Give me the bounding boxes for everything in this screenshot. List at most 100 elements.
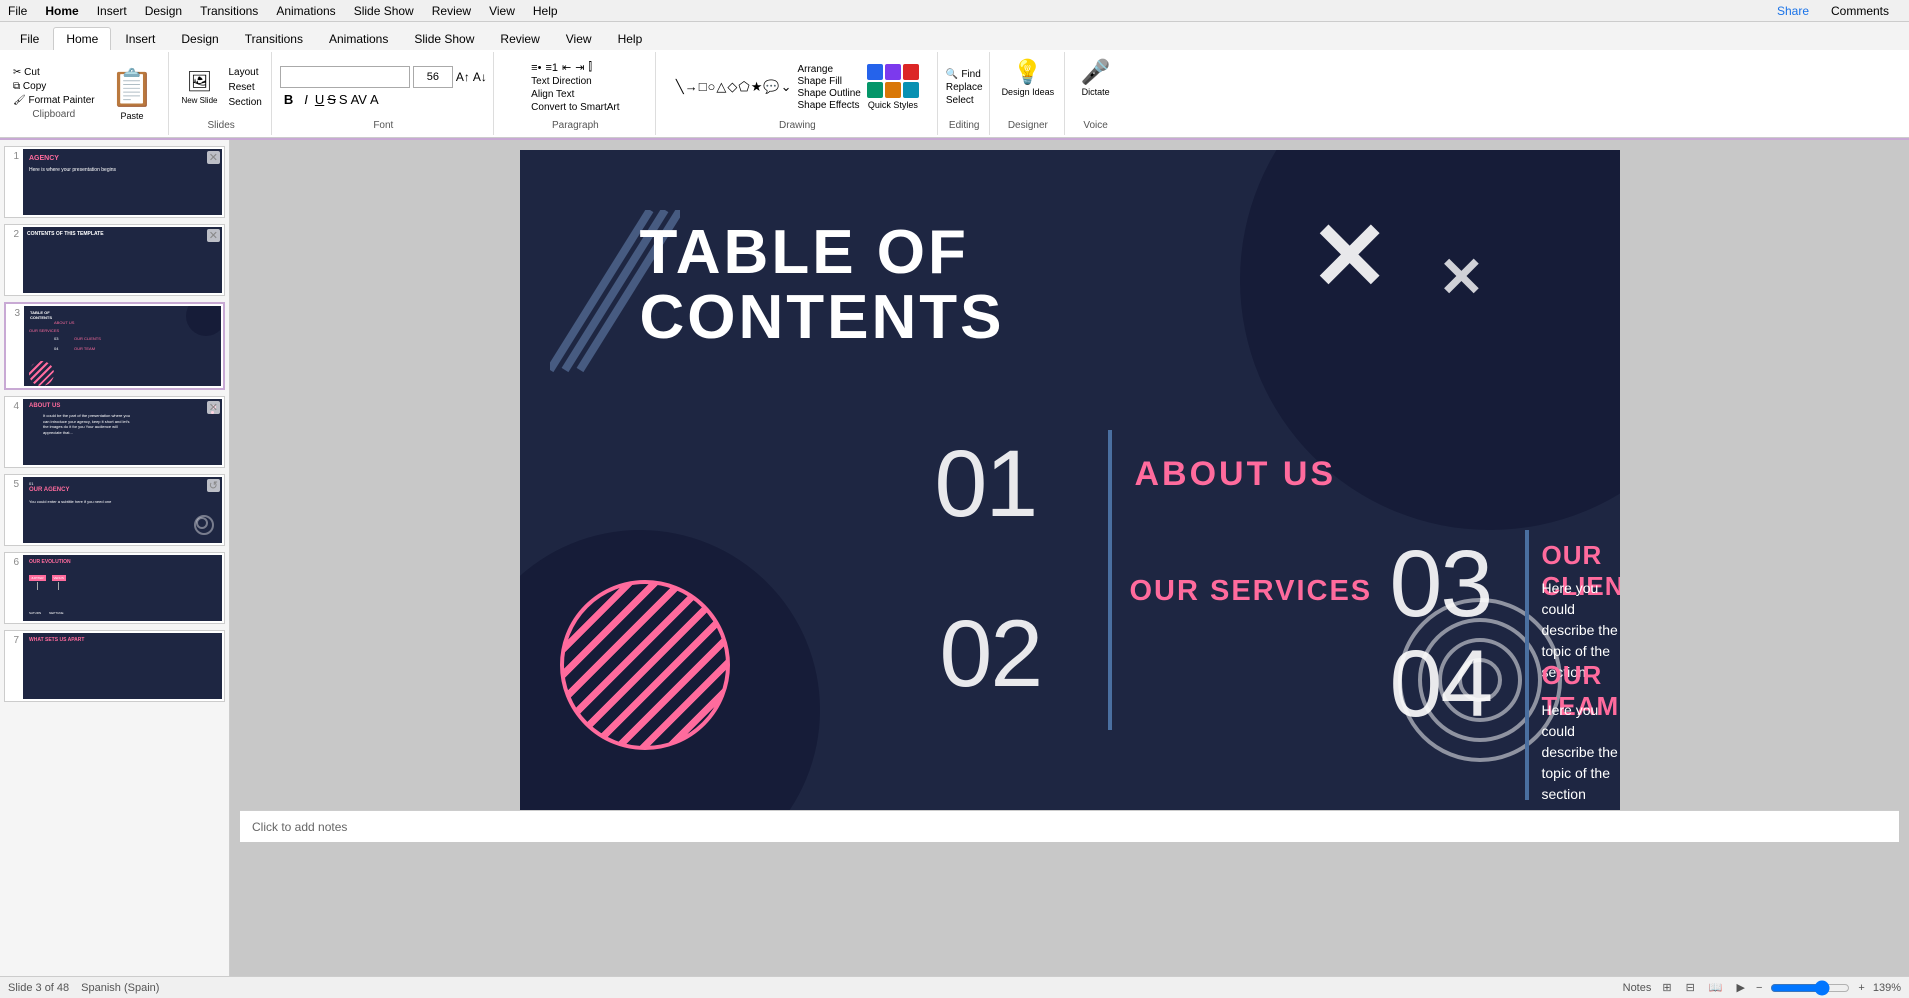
shape-more[interactable]: ⌄ bbox=[781, 79, 792, 95]
find-button[interactable]: 🔍Find bbox=[946, 69, 983, 80]
tab-review[interactable]: Review bbox=[488, 28, 551, 50]
comments-button[interactable]: Comments bbox=[1831, 4, 1889, 18]
click-to-add-notes[interactable]: Click to add notes bbox=[252, 820, 347, 834]
numbering-button[interactable]: ≡1 bbox=[545, 62, 558, 74]
font-size-decrease[interactable]: A↓ bbox=[473, 70, 487, 84]
tab-view[interactable]: View bbox=[554, 28, 604, 50]
zoom-slider[interactable] bbox=[1770, 980, 1850, 996]
reading-view-button[interactable]: 📖 bbox=[1706, 980, 1726, 995]
thumb4-close[interactable]: ✕ bbox=[207, 401, 220, 414]
quick-style-2[interactable] bbox=[885, 64, 901, 80]
share-button[interactable]: Share bbox=[1777, 4, 1809, 18]
menu-home[interactable]: Home bbox=[45, 4, 78, 18]
shape-line[interactable]: ╲ bbox=[676, 79, 684, 95]
shadow-button[interactable]: S bbox=[339, 92, 348, 107]
strikethrough-button[interactable]: S bbox=[327, 92, 336, 107]
quick-style-6[interactable] bbox=[903, 82, 919, 98]
font-name-input[interactable] bbox=[280, 66, 410, 88]
tab-file[interactable]: File bbox=[8, 28, 51, 50]
italic-button[interactable]: I bbox=[300, 91, 312, 108]
new-slide-button[interactable]: 🖼 New Slide bbox=[177, 67, 221, 107]
thumb2-close[interactable]: ✕ bbox=[207, 229, 220, 242]
shape-diamond[interactable]: ◇ bbox=[727, 79, 737, 95]
font-size-increase[interactable]: A↑ bbox=[456, 70, 470, 84]
slide-thumb-3[interactable]: 3 TABLE OFCONTENTS ABOUT US OUR SERVICES… bbox=[4, 302, 225, 390]
zoom-out-button[interactable]: − bbox=[1756, 982, 1762, 994]
tab-design[interactable]: Design bbox=[169, 28, 230, 50]
slide-thumb-4[interactable]: 4 ABOUT US It could be the part of the p… bbox=[4, 396, 225, 468]
quick-style-1[interactable] bbox=[867, 64, 883, 80]
shape-arrow[interactable]: → bbox=[685, 79, 698, 95]
notes-button[interactable]: Notes bbox=[1623, 982, 1652, 994]
shape-star[interactable]: ★ bbox=[751, 79, 763, 95]
slide-thumb-6[interactable]: 6 OUR EVOLUTION JUPITER VENUS bbox=[4, 552, 225, 624]
shape-triangle[interactable]: △ bbox=[716, 79, 726, 95]
font-color-button[interactable]: A bbox=[370, 92, 379, 107]
menu-animations[interactable]: Animations bbox=[276, 4, 335, 18]
thumb-content-7: WHAT SETS US APART bbox=[23, 633, 222, 699]
quick-style-3[interactable] bbox=[903, 64, 919, 80]
quick-styles-label[interactable]: Quick Styles bbox=[868, 100, 918, 110]
menu-design[interactable]: Design bbox=[145, 4, 182, 18]
convert-smartart-button[interactable]: Convert to SmartArt bbox=[531, 102, 619, 113]
indent-increase-button[interactable]: ⇥ bbox=[575, 61, 584, 74]
normal-view-button[interactable]: ⊞ bbox=[1659, 980, 1674, 995]
notes-bar[interactable]: Click to add notes bbox=[240, 810, 1899, 842]
shape-callout[interactable]: 💬 bbox=[763, 79, 779, 95]
bullets-button[interactable]: ≡• bbox=[531, 62, 541, 74]
copy-button[interactable]: ⧉ Copy bbox=[10, 80, 98, 93]
shape-outline-button[interactable]: Shape Outline bbox=[797, 88, 860, 99]
thumb5-close[interactable]: ↺ bbox=[207, 479, 220, 492]
format-painter-button[interactable]: 🖌 Format Painter bbox=[10, 94, 98, 107]
slide-thumb-7[interactable]: 7 WHAT SETS US APART bbox=[4, 630, 225, 702]
shape-fill-button[interactable]: Shape Fill bbox=[797, 76, 860, 87]
tab-animations[interactable]: Animations bbox=[317, 28, 400, 50]
tab-home[interactable]: Home bbox=[53, 27, 111, 51]
bold-button[interactable]: B bbox=[280, 91, 297, 108]
reset-button[interactable]: Reset bbox=[225, 81, 264, 94]
slide-thumb-1[interactable]: 1 AGENCY Here is where your presentation… bbox=[4, 146, 225, 218]
tab-transitions[interactable]: Transitions bbox=[233, 28, 315, 50]
replace-button[interactable]: Replace bbox=[946, 82, 983, 93]
text-direction-button[interactable]: Text Direction bbox=[531, 76, 619, 87]
menu-insert[interactable]: Insert bbox=[97, 4, 127, 18]
menu-view[interactable]: View bbox=[489, 4, 515, 18]
tab-slideshow[interactable]: Slide Show bbox=[402, 28, 486, 50]
menu-transitions[interactable]: Transitions bbox=[200, 4, 258, 18]
thumb3-team: OUR TEAM bbox=[74, 346, 95, 351]
columns-button[interactable]: ⫿ bbox=[588, 61, 592, 74]
underline-button[interactable]: U bbox=[315, 92, 324, 107]
slide-thumb-2[interactable]: 2 CONTENTS OF THIS TEMPLATE ✕ bbox=[4, 224, 225, 296]
layout-button[interactable]: Layout bbox=[225, 66, 264, 79]
shape-oval[interactable]: ○ bbox=[708, 79, 716, 95]
indent-decrease-button[interactable]: ⇤ bbox=[562, 61, 571, 74]
paste-button[interactable]: 📋 Paste bbox=[102, 63, 163, 125]
menu-file[interactable]: File bbox=[8, 4, 27, 18]
paragraph-group: ≡• ≡1 ⇤ ⇥ ⫿ Text Direction Align Text Co… bbox=[496, 52, 656, 135]
menu-review[interactable]: Review bbox=[432, 4, 471, 18]
menu-help[interactable]: Help bbox=[533, 4, 558, 18]
slide-thumb-5[interactable]: 5 01 OUR AGENCY You could enter a subtit… bbox=[4, 474, 225, 546]
slide-sorter-button[interactable]: ⊟ bbox=[1683, 980, 1698, 995]
shape-pentagon[interactable]: ⬠ bbox=[738, 79, 749, 95]
thumb1-close[interactable]: ✕ bbox=[207, 151, 220, 164]
arrange-button[interactable]: Arrange bbox=[797, 64, 860, 75]
section-button[interactable]: Section bbox=[225, 96, 264, 109]
zoom-in-button[interactable]: + bbox=[1858, 982, 1864, 994]
shape-rect[interactable]: □ bbox=[699, 79, 707, 95]
quick-style-4[interactable] bbox=[867, 82, 883, 98]
dictate-button[interactable]: 🎤 Dictate bbox=[1073, 54, 1118, 101]
font-size-input[interactable] bbox=[413, 66, 453, 88]
tab-help[interactable]: Help bbox=[606, 28, 655, 50]
design-ideas-button[interactable]: 💡 Design Ideas bbox=[998, 54, 1059, 101]
shape-effects-button[interactable]: Shape Effects bbox=[797, 100, 860, 111]
slideshow-button[interactable]: ▶ bbox=[1734, 980, 1748, 995]
menu-slideshow[interactable]: Slide Show bbox=[354, 4, 414, 18]
tab-insert[interactable]: Insert bbox=[113, 28, 167, 50]
select-button[interactable]: Select bbox=[946, 95, 983, 106]
slide-canvas[interactable]: ✕ ✕ TABLE OF CONTENTS 01 bbox=[520, 150, 1620, 810]
align-text-button[interactable]: Align Text bbox=[531, 89, 619, 100]
cut-button[interactable]: ✂ Cut bbox=[10, 66, 98, 79]
char-spacing-button[interactable]: AV bbox=[351, 92, 367, 107]
quick-style-5[interactable] bbox=[885, 82, 901, 98]
